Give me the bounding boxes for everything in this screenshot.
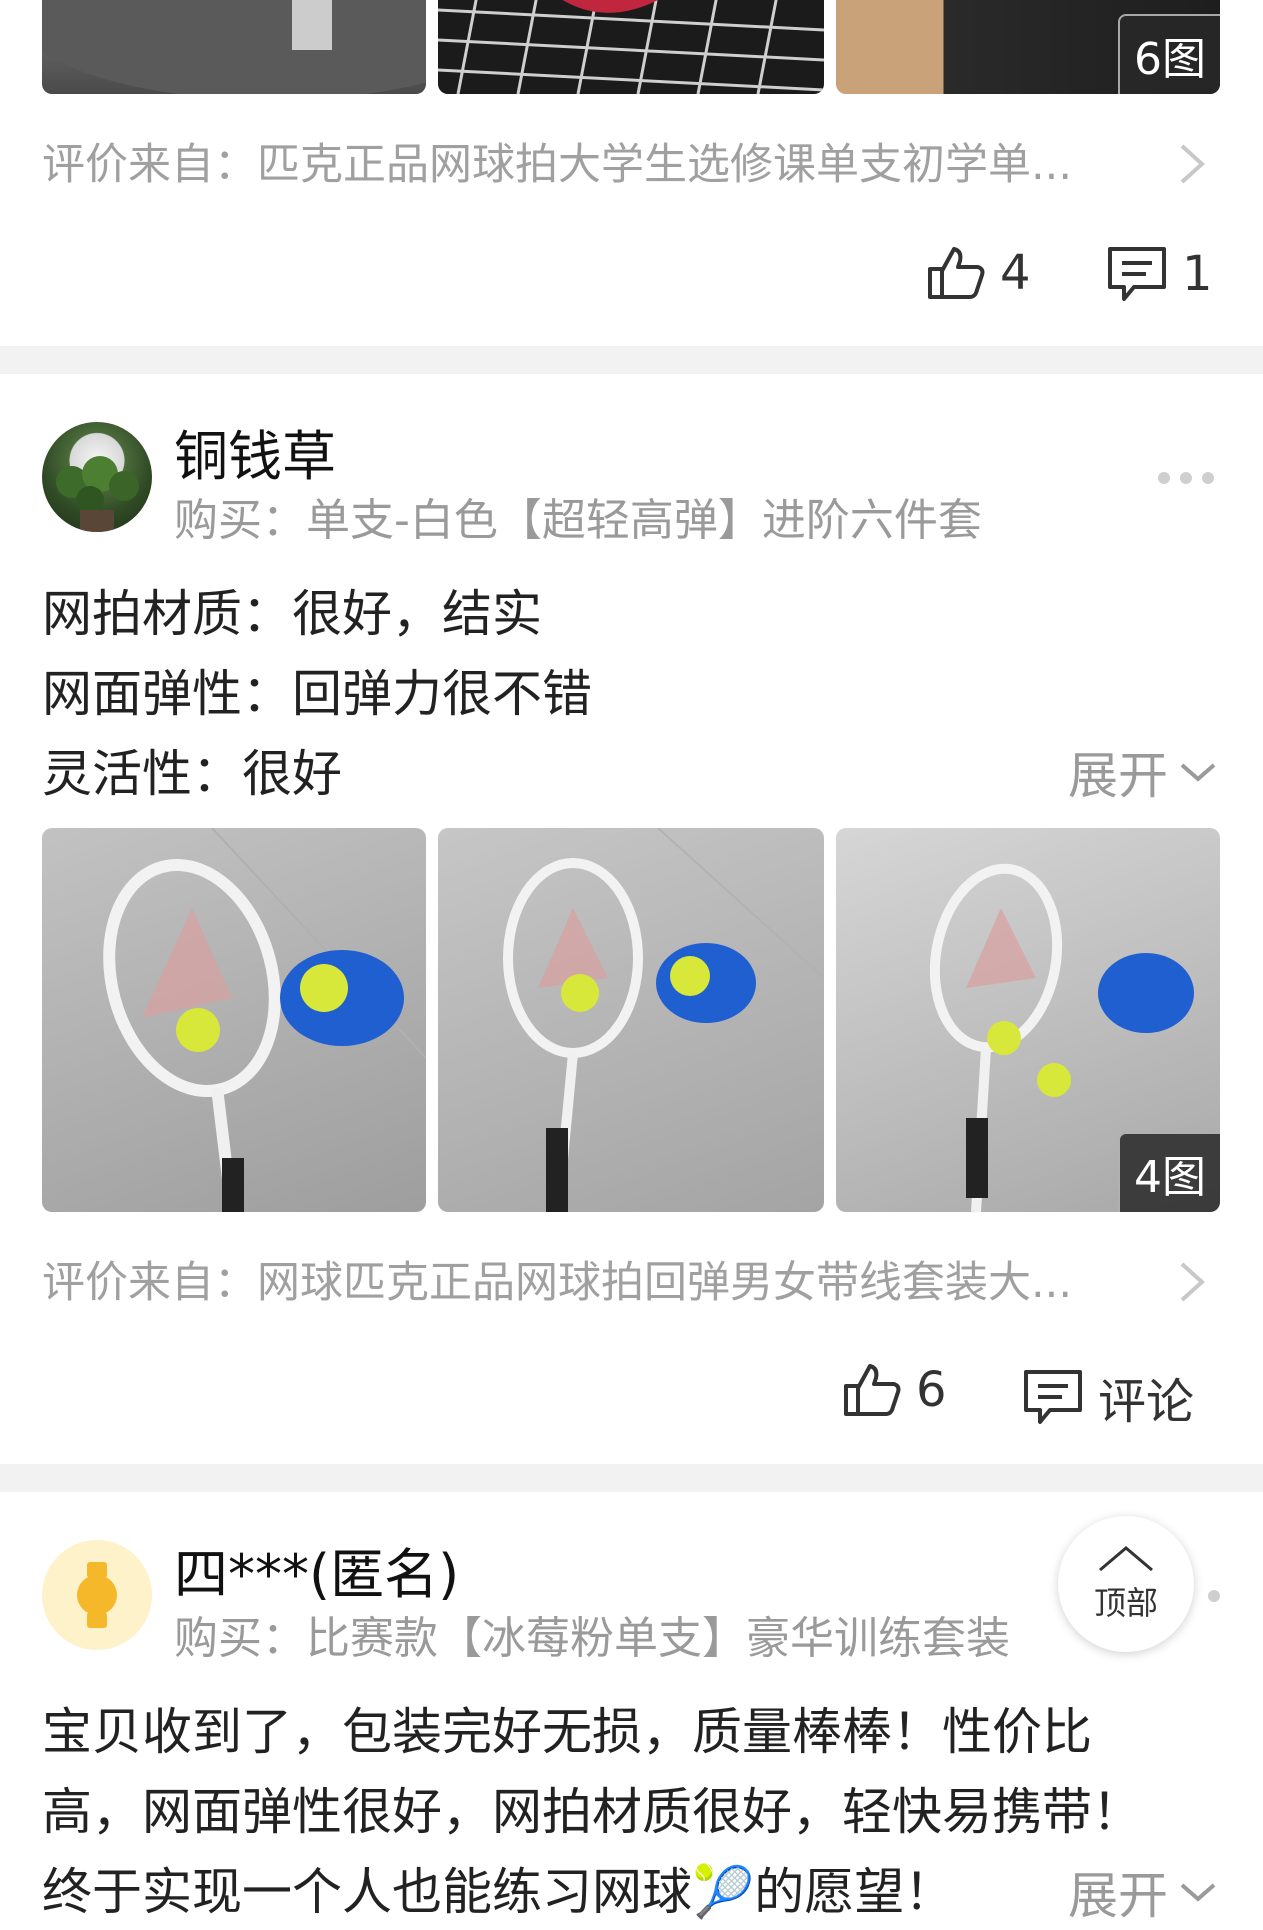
racket-cover-graphic bbox=[42, 0, 426, 94]
chevron-down-icon bbox=[1180, 763, 1216, 782]
dot-icon bbox=[1180, 472, 1192, 484]
review1-source-link[interactable]: 评价来自：匹克正品网球拍大学生选修课单支初学单... bbox=[42, 130, 1222, 200]
card-divider bbox=[0, 1464, 1263, 1492]
review1-image-1[interactable] bbox=[42, 0, 426, 94]
username: 铜钱草 bbox=[174, 425, 336, 488]
review-text-line: 宝贝收到了，包装完好无损，质量棒棒！性价比 bbox=[42, 1703, 1092, 1761]
review2-image-1[interactable] bbox=[42, 828, 426, 1212]
source-label: 评价来自： bbox=[42, 1258, 257, 1308]
thumbs-up-icon bbox=[928, 247, 985, 299]
image-count-badge: 4图 bbox=[1118, 1132, 1220, 1212]
back-to-top-button[interactable]: 顶部 bbox=[1058, 1516, 1194, 1652]
expand-label: 展开 bbox=[1068, 747, 1168, 805]
review2-image-2[interactable] bbox=[438, 828, 824, 1212]
comment-count: 1 bbox=[1182, 246, 1213, 302]
comment-button[interactable]: 评论 bbox=[1022, 1362, 1194, 1432]
review2-image-3[interactable]: 4图 bbox=[836, 828, 1220, 1212]
purchase-spec: 购买：比赛款【冰莓粉单支】豪华训练套装 bbox=[174, 1613, 1010, 1664]
racket-strings-graphic bbox=[438, 0, 824, 94]
expand-button[interactable]: 展开 bbox=[1068, 736, 1218, 808]
racket-photo bbox=[503, 828, 824, 1212]
avatar[interactable] bbox=[42, 422, 152, 532]
like-button[interactable]: 6 bbox=[842, 1362, 947, 1418]
chevron-right-icon bbox=[1180, 144, 1205, 184]
chevron-up-icon bbox=[1099, 1546, 1153, 1572]
avatar-plant-graphic bbox=[56, 456, 139, 532]
purchase-spec: 购买：单支-白色【超轻高弹】进阶六件套 bbox=[174, 495, 982, 546]
review2-source-link[interactable]: 评价来自：网球匹克正品网球拍回弹男女带线套装大... bbox=[42, 1248, 1222, 1318]
thumbs-up-icon bbox=[844, 1364, 901, 1416]
more-options-button[interactable] bbox=[1208, 1590, 1220, 1602]
chevron-down-icon bbox=[1180, 1883, 1216, 1902]
comment-icon bbox=[1108, 247, 1166, 301]
like-count: 6 bbox=[916, 1362, 947, 1418]
source-product: 网球匹克正品网球拍回弹男女带线套装大... bbox=[257, 1258, 1073, 1308]
comment-label: 评论 bbox=[1098, 1374, 1195, 1430]
username: 四***(匿名) bbox=[174, 1543, 460, 1606]
dot-icon bbox=[1202, 472, 1214, 484]
source-product: 匹克正品网球拍大学生选修课单支初学单... bbox=[257, 140, 1073, 190]
review-text-line: 网拍材质：很好，结实 bbox=[42, 585, 542, 643]
dot-icon bbox=[1208, 1590, 1220, 1602]
dot-icon bbox=[1158, 472, 1170, 484]
expand-button[interactable]: 展开 bbox=[1038, 1856, 1218, 1928]
comment-icon bbox=[1024, 1370, 1082, 1424]
racket-photo bbox=[103, 828, 426, 1212]
review-text-line: 网面弹性：回弹力很不错 bbox=[42, 665, 592, 723]
anonymous-avatar-icon bbox=[77, 1562, 117, 1628]
back-to-top-label: 顶部 bbox=[1093, 1584, 1158, 1622]
expand-label: 展开 bbox=[1068, 1867, 1168, 1925]
source-label: 评价来自： bbox=[42, 140, 257, 190]
review1-image-2[interactable] bbox=[438, 0, 824, 94]
card-divider bbox=[0, 346, 1263, 374]
like-count: 4 bbox=[1000, 245, 1031, 301]
more-options-button[interactable] bbox=[1158, 472, 1214, 484]
review-text-line: 高，网面弹性很好，网拍材质很好，轻快易携带！ bbox=[42, 1783, 1142, 1841]
avatar[interactable] bbox=[42, 1540, 152, 1650]
comment-button[interactable]: 1 bbox=[1106, 245, 1213, 303]
chevron-right-icon bbox=[1180, 1262, 1205, 1302]
review-text-line: 灵活性：很好 bbox=[42, 745, 342, 803]
review1-image-3[interactable]: 6图 bbox=[836, 0, 1220, 94]
image-count-badge: 6图 bbox=[1118, 14, 1220, 94]
review-text-line: 终于实现一个人也能练习网球🎾的愿望！ bbox=[42, 1863, 955, 1921]
like-button[interactable]: 4 bbox=[926, 245, 1031, 301]
